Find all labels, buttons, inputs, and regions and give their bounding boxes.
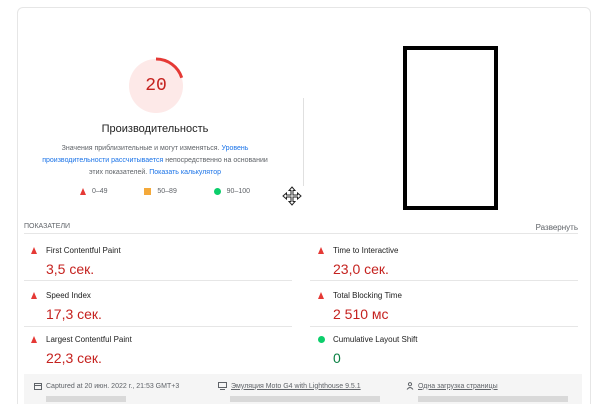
triangle-icon [80, 188, 86, 195]
metrics-title: ПОКАЗАТЕЛИ [24, 223, 71, 230]
square-icon [144, 188, 152, 195]
footer-truncated-text [230, 396, 380, 402]
captured-text: Captured at 20 июн. 2022 г., 21:53 GMT+3 [46, 382, 180, 390]
score-legend: 0–49 50–89 90–100 [80, 188, 250, 195]
metric-divider [310, 280, 578, 281]
legend-poor: 0–49 [80, 188, 108, 195]
expand-button[interactable]: Развернуть [536, 223, 578, 232]
legend-good-label: 90–100 [226, 188, 250, 195]
legend-average: 50–89 [144, 188, 177, 195]
triangle-icon [31, 247, 37, 254]
metric-name: Time to Interactive [333, 246, 399, 255]
metric-divider [24, 326, 292, 327]
single-load-text[interactable]: Одна загрузка страницы [418, 383, 498, 390]
move-cursor-icon [282, 186, 302, 206]
metric-value: 23,0 сек. [333, 261, 389, 277]
desc-text-1: Значения приблизительные и могут изменят… [61, 145, 220, 152]
circle-icon [213, 188, 221, 195]
performance-description: Значения приблизительные и могут изменят… [36, 143, 274, 179]
metric-name: Largest Contentful Paint [46, 335, 132, 344]
metric-name: First Contentful Paint [46, 246, 121, 255]
metric-divider [310, 326, 578, 327]
metric-value: 17,3 сек. [46, 306, 102, 322]
footer-truncated-text [418, 396, 568, 402]
metric-name: Cumulative Layout Shift [333, 335, 418, 344]
legend-average-label: 50–89 [157, 188, 177, 195]
emulation-text[interactable]: Эмуляция Moto G4 with Lighthouse 9.5.1 [231, 383, 361, 390]
triangle-icon [318, 247, 324, 254]
show-calculator-link[interactable]: Показать калькулятор [149, 169, 221, 176]
metrics-header: ПОКАЗАТЕЛИ Развернуть [24, 223, 578, 232]
footer-truncated-text [46, 396, 126, 402]
report-card [17, 7, 591, 404]
device-icon [218, 382, 227, 390]
triangle-icon [31, 292, 37, 299]
metric-name: Total Blocking Time [333, 291, 402, 300]
metric-value: 2 510 мс [333, 306, 389, 322]
calendar-icon [34, 383, 42, 390]
metric-value: 22,3 сек. [46, 350, 102, 366]
circle-icon [318, 336, 325, 343]
performance-title: Производительность [101, 123, 209, 135]
metric-name: Speed Index [46, 291, 91, 300]
metric-value: 3,5 сек. [46, 261, 95, 277]
metrics-header-divider [24, 233, 578, 234]
emulation-info[interactable]: Эмуляция Moto G4 with Lighthouse 9.5.1 [218, 382, 361, 390]
metric-divider [24, 280, 292, 281]
performance-score: 20 [145, 76, 167, 96]
legend-poor-label: 0–49 [92, 188, 108, 195]
triangle-icon [318, 292, 324, 299]
person-icon [406, 382, 414, 390]
captured-info: Captured at 20 июн. 2022 г., 21:53 GMT+3 [34, 382, 179, 390]
report-footer: Captured at 20 июн. 2022 г., 21:53 GMT+3… [24, 374, 582, 404]
metric-value: 0 [333, 350, 341, 366]
legend-good: 90–100 [213, 188, 250, 195]
triangle-icon [31, 336, 37, 343]
single-load-info[interactable]: Одна загрузка страницы [406, 382, 498, 390]
final-screenshot[interactable] [403, 46, 498, 210]
vertical-divider [303, 98, 304, 186]
